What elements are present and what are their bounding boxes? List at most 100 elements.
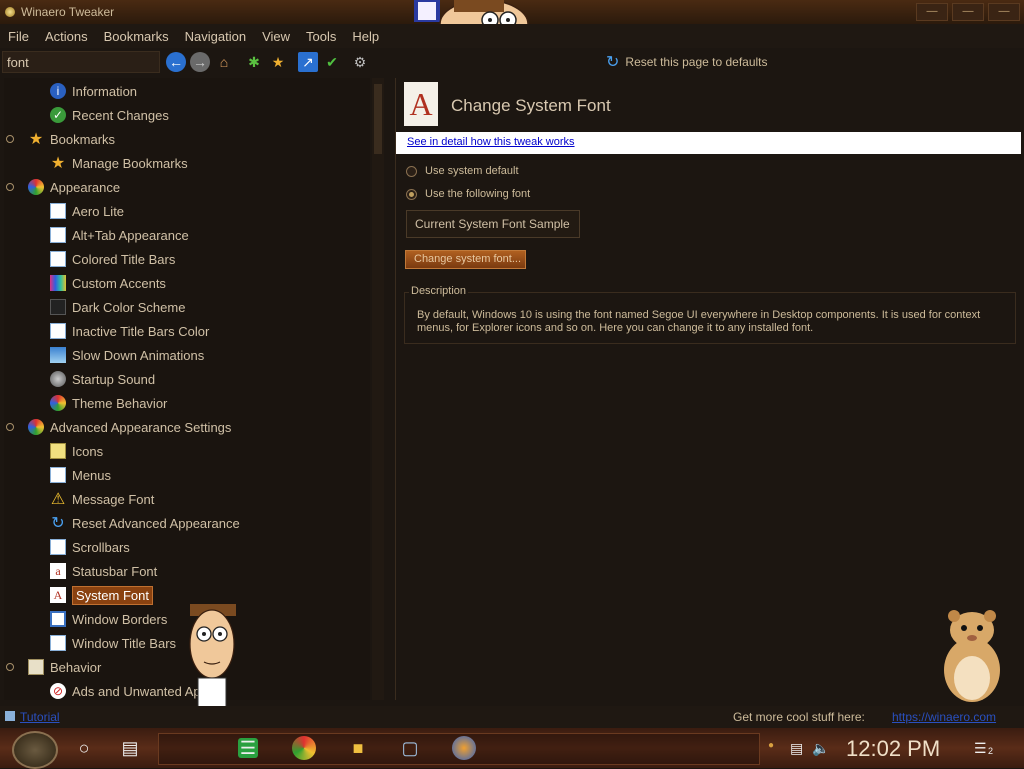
tree-item-scrollbars[interactable]: Scrollbars — [50, 536, 130, 558]
theme-icon — [50, 395, 66, 411]
notes-app-icon[interactable]: ☰ — [238, 738, 258, 758]
menu-tools[interactable]: Tools — [306, 29, 336, 44]
tree-item-window-title-bars[interactable]: Window Title Bars — [50, 632, 176, 654]
tree-item-icons[interactable]: Icons — [50, 440, 103, 462]
network-icon[interactable]: ▤ — [790, 740, 803, 757]
tree-item-label: Aero Lite — [72, 203, 125, 219]
font-sample-box: Current System Font Sample — [406, 210, 580, 238]
radio-use-system-default[interactable]: Use system default — [406, 165, 519, 177]
tree-item-label: Inactive Title Bars Color — [72, 323, 210, 339]
tree-item-label: Window Title Bars — [72, 635, 177, 651]
tree-item-label: Startup Sound — [72, 371, 156, 387]
close-button[interactable]: –– — [988, 3, 1020, 21]
description-legend: Description — [409, 285, 469, 297]
toolbar: ← → ⌂ ✱ ★ ↗ ✔ ⚙ — [0, 48, 1024, 76]
tree-item-reset-advanced-appearance[interactable]: ↻ Reset Advanced Appearance — [50, 512, 240, 534]
palette-icon — [50, 275, 66, 291]
tree-item-information[interactable]: i Information — [50, 80, 137, 102]
website-link[interactable]: https://winaero.com — [892, 710, 996, 724]
tree-item-aero-lite[interactable]: Aero Lite — [50, 200, 124, 222]
tree-item-label: Manage Bookmarks — [72, 155, 188, 171]
menu-bookmarks[interactable]: Bookmarks — [104, 29, 169, 44]
expand-bullet-icon — [6, 663, 14, 671]
tree-item-alt-tab-appearance[interactable]: Alt+Tab Appearance — [50, 224, 189, 246]
tree-item-label: Window Borders — [72, 611, 168, 627]
menu-view[interactable]: View — [262, 29, 290, 44]
settings-gear-icon[interactable]: ⚙ — [350, 52, 370, 72]
status-bar: Tutorial Get more cool stuff here: https… — [0, 706, 1024, 728]
detail-link[interactable]: See in detail how this tweak works — [407, 136, 575, 148]
app-icon — [5, 7, 15, 17]
tree-item-recent-changes[interactable]: ✓ Recent Changes — [50, 104, 169, 126]
tree-item-manage-bookmarks[interactable]: ★ Manage Bookmarks — [50, 152, 188, 174]
tree-item-appearance[interactable]: Appearance — [6, 176, 121, 198]
tree-item-custom-accents[interactable]: Custom Accents — [50, 272, 166, 294]
menu-file[interactable]: File — [8, 29, 29, 44]
shortcut-icon[interactable]: ↗ — [298, 52, 318, 72]
tree-scrollbar[interactable] — [372, 78, 384, 700]
window-icon — [50, 299, 66, 315]
font-page-icon: A — [404, 82, 438, 126]
tree-item-behavior[interactable]: Behavior — [6, 656, 101, 678]
radio-dot[interactable] — [406, 165, 417, 177]
star-icon: ★ — [28, 131, 44, 148]
tree-item-window-borders[interactable]: Window Borders — [50, 608, 167, 630]
tree-item-label: Slow Down Animations — [72, 347, 205, 363]
font-icon: a — [50, 563, 66, 579]
add-bookmark-icon[interactable]: ✱ — [244, 52, 264, 72]
notification-count-badge: 2 — [988, 746, 994, 756]
tree-item-system-font[interactable]: A System Font — [50, 584, 153, 606]
tree-item-label: Reset Advanced Appearance — [72, 515, 240, 531]
scrollbar-thumb[interactable] — [374, 84, 382, 154]
tree-item-startup-sound[interactable]: Startup Sound — [50, 368, 155, 390]
radio-dot-selected[interactable] — [406, 188, 417, 200]
tree-item-bookmarks[interactable]: ★ Bookmarks — [6, 128, 115, 150]
tree-item-statusbar-font[interactable]: a Statusbar Font — [50, 560, 157, 582]
bookmark-star-icon[interactable]: ★ — [268, 52, 288, 72]
firefox-icon[interactable] — [452, 736, 476, 760]
search-input[interactable] — [2, 51, 160, 73]
menu-bar: File Actions Bookmarks Navigation View T… — [0, 24, 1024, 48]
task-view-icon[interactable]: ▤ — [118, 736, 142, 760]
tree-item-menus[interactable]: Menus — [50, 464, 111, 486]
minimize-button[interactable]: –– — [916, 3, 948, 21]
file-explorer-icon[interactable]: ■ — [346, 736, 370, 760]
search-circle-icon[interactable]: ○ — [72, 736, 96, 760]
forward-arrow-icon[interactable]: → — [190, 52, 210, 72]
menu-help[interactable]: Help — [352, 29, 379, 44]
chrome-icon[interactable] — [292, 736, 316, 760]
tree-item-advanced-appearance-settings[interactable]: Advanced Appearance Settings — [6, 416, 231, 438]
maximize-button[interactable]: –– — [952, 3, 984, 21]
reset-page-link[interactable]: ↻ Reset this page to defaults — [606, 52, 768, 72]
radio-use-following-font[interactable]: Use the following font — [406, 188, 530, 200]
window-icon — [50, 227, 66, 243]
change-system-font-button[interactable]: Change system font... — [405, 250, 526, 269]
tree-item-theme-behavior[interactable]: Theme Behavior — [50, 392, 167, 414]
home-icon[interactable]: ⌂ — [214, 52, 234, 72]
info-icon: i — [50, 83, 66, 99]
start-button[interactable] — [12, 731, 58, 769]
notifications-icon[interactable]: ☰ — [974, 740, 987, 757]
tree-item-message-font[interactable]: ⚠ Message Font — [50, 488, 155, 510]
window-icon — [50, 251, 66, 267]
menu-navigation[interactable]: Navigation — [185, 29, 246, 44]
window-icon — [50, 539, 66, 555]
volume-icon[interactable]: 🔈 — [812, 740, 829, 757]
detail-bar: See in detail how this tweak works — [396, 132, 1021, 154]
reset-arrow-icon: ↻ — [606, 54, 620, 71]
tree-item-inactive-title-bars-color[interactable]: Inactive Title Bars Color — [50, 320, 209, 342]
apply-check-icon[interactable]: ✔ — [322, 52, 342, 72]
tree-item-colored-title-bars[interactable]: Colored Title Bars — [50, 248, 175, 270]
tree-item-label: Appearance — [50, 179, 121, 195]
sound-icon — [50, 371, 66, 387]
tree-item-dark-color-scheme[interactable]: Dark Color Scheme — [50, 296, 185, 318]
tutorial-link[interactable]: Tutorial — [20, 710, 60, 724]
clock[interactable]: 12:02 PM — [846, 736, 940, 762]
tree-item-label: Icons — [72, 443, 104, 459]
window-buttons: –– –– –– — [916, 3, 1020, 21]
tray-chevron-icon[interactable]: ● — [768, 740, 774, 751]
back-arrow-icon[interactable]: ← — [166, 52, 186, 72]
menu-actions[interactable]: Actions — [45, 29, 88, 44]
window-app-icon[interactable]: ▢ — [398, 736, 422, 760]
tree-item-slow-down-animations[interactable]: Slow Down Animations — [50, 344, 204, 366]
